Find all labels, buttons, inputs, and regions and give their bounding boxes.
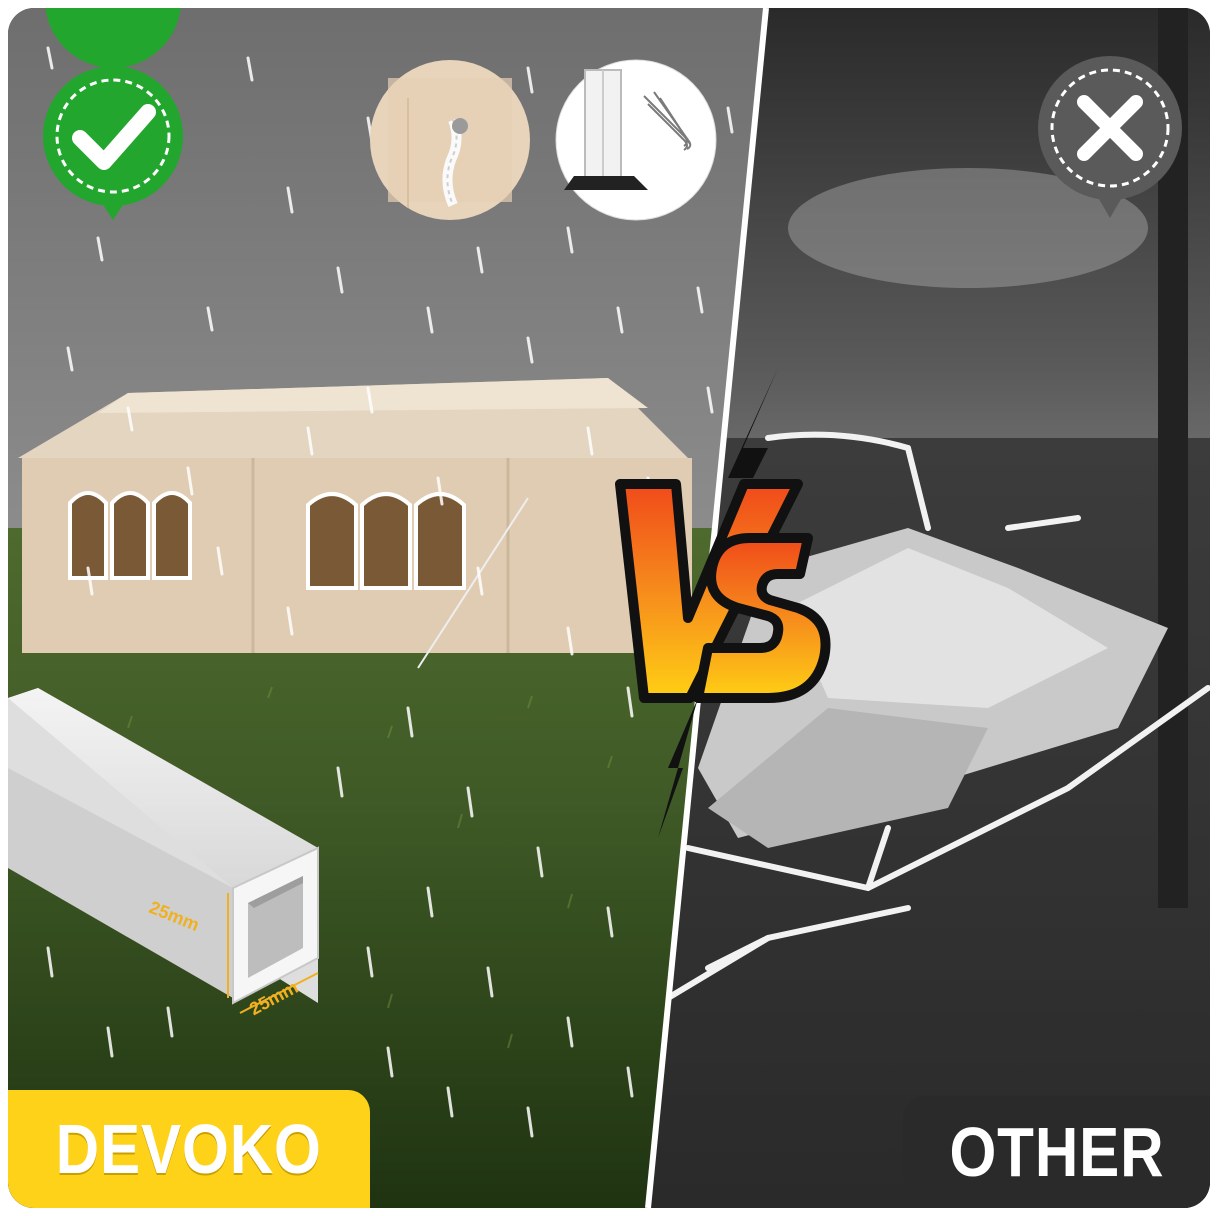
brand-label-devoko-text: DEVOKO — [55, 1110, 323, 1188]
brand-label-other-text: OTHER — [949, 1113, 1164, 1191]
brand-label-other: OTHER — [903, 1096, 1210, 1208]
comparison-scene — [8, 8, 1210, 1208]
brand-label-devoko: DEVOKO — [8, 1090, 370, 1208]
comparison-card: 25mm 25mm DEVOKO OTHER — [8, 8, 1210, 1208]
rope-detail-thumbnail — [370, 60, 530, 220]
stake-detail-thumbnail — [555, 59, 717, 221]
